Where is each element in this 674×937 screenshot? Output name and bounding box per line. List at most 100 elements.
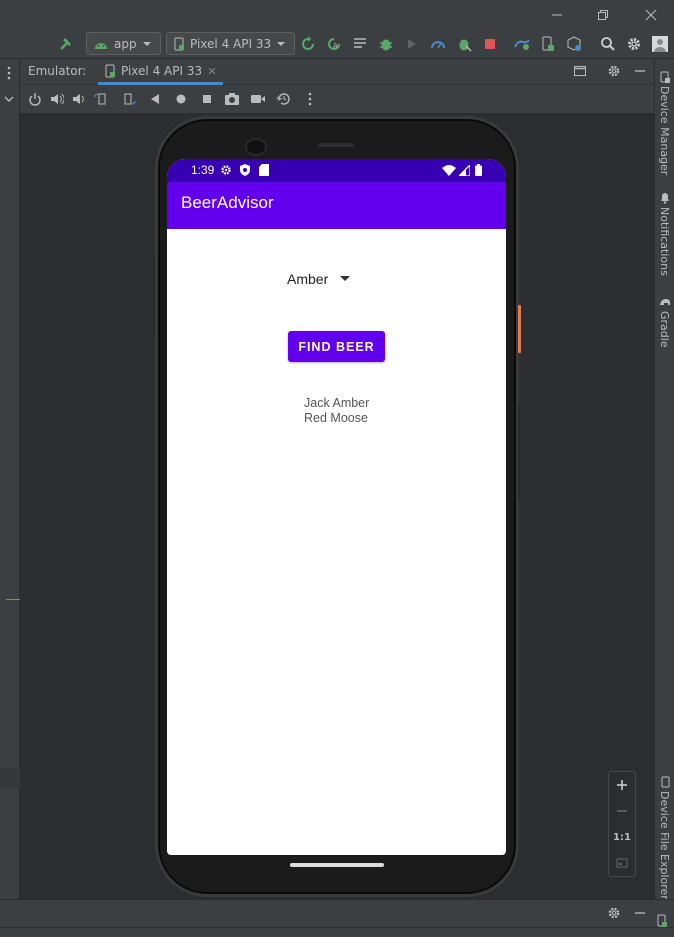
debug-button[interactable] xyxy=(376,34,396,54)
restore-icon xyxy=(598,9,608,20)
sdk-icon xyxy=(567,36,581,51)
notifications-label: Notifications xyxy=(658,207,671,276)
restore-button[interactable] xyxy=(580,0,626,29)
settings-button[interactable] xyxy=(624,34,644,54)
account-button[interactable] xyxy=(650,34,670,54)
home-button[interactable] xyxy=(173,91,189,107)
device-manager-icon xyxy=(657,914,667,927)
device-select[interactable]: Pixel 4 API 33 xyxy=(166,32,296,55)
more-options-button[interactable] xyxy=(302,91,318,107)
status-time: 1:39 xyxy=(191,163,215,177)
settings-status-icon xyxy=(220,164,232,176)
close-tab-icon[interactable] xyxy=(207,66,217,76)
brand-line: Jack Amber xyxy=(304,396,370,410)
screenshot-button[interactable] xyxy=(224,91,240,107)
chevron-down-icon xyxy=(4,96,14,102)
android-icon xyxy=(95,42,107,49)
minimize-button[interactable] xyxy=(534,0,580,29)
stop-button[interactable] xyxy=(480,34,500,54)
search-icon xyxy=(601,37,615,51)
options-menu-button[interactable] xyxy=(4,65,14,81)
record-screen-button[interactable] xyxy=(250,91,266,107)
signal-icon xyxy=(459,165,470,176)
zoom-in-button[interactable] xyxy=(609,772,635,798)
app-bar: BeerAdvisor xyxy=(167,182,506,229)
notifications-panel-button[interactable]: Notifications xyxy=(658,192,671,276)
emulator-label: Emulator: xyxy=(28,64,87,78)
apply-code-changes-button[interactable]: A xyxy=(324,34,344,54)
bottom-settings-button[interactable] xyxy=(607,906,621,920)
splitter-marker[interactable] xyxy=(6,599,20,600)
phone-icon xyxy=(105,64,115,77)
window-layout-button[interactable] xyxy=(573,64,587,78)
chevron-down-icon xyxy=(142,41,151,46)
gesture-home-bar[interactable] xyxy=(290,863,384,867)
run-config-select[interactable]: app xyxy=(86,32,161,55)
close-window-button[interactable] xyxy=(628,0,674,29)
kebab-icon xyxy=(7,66,11,80)
zoom-actual-size-button[interactable]: 1:1 xyxy=(609,824,635,850)
sd-card-status-icon xyxy=(259,164,269,176)
power-button[interactable] xyxy=(27,91,43,107)
sdk-manager-button[interactable] xyxy=(564,34,584,54)
build-button[interactable] xyxy=(56,34,76,54)
find-beer-button[interactable]: FIND BEER xyxy=(288,331,385,362)
right-tool-strip: Device Manager Notifications Gradle Devi… xyxy=(654,59,674,900)
snapshot-history-icon xyxy=(276,93,290,105)
device-file-explorer-panel-button[interactable]: Device File Explorer xyxy=(658,776,671,900)
apply-changes-restart-button[interactable] xyxy=(298,34,318,54)
sync-gradle-button[interactable] xyxy=(512,34,532,54)
device-manager-icon xyxy=(542,36,554,51)
volume-up-button[interactable] xyxy=(49,91,65,107)
apply-changes-icon xyxy=(302,36,314,50)
minimize-icon xyxy=(552,14,562,15)
rotate-left-icon xyxy=(94,93,106,105)
volume-down-button[interactable] xyxy=(71,91,87,107)
zoom-out-button[interactable] xyxy=(609,798,635,824)
phone-screen[interactable]: 1:39 BeerAdvisor Amber FIND BEER Jack Am… xyxy=(167,159,506,855)
profiler-button[interactable] xyxy=(428,34,448,54)
gradle-label: Gradle xyxy=(658,311,671,348)
rotate-right-button[interactable] xyxy=(120,91,136,107)
dropdown-arrow-icon xyxy=(340,276,351,281)
bug-icon xyxy=(380,39,392,51)
device-manager-label: Device Manager xyxy=(658,86,671,176)
device-manager-panel-button[interactable]: Device Manager xyxy=(658,71,671,175)
gradle-panel-button[interactable]: Gradle xyxy=(658,296,671,348)
tab-label: Pixel 4 API 33 xyxy=(121,63,203,78)
search-button[interactable] xyxy=(598,34,618,54)
bottom-hide-button[interactable] xyxy=(633,906,647,920)
tab-pixel-4-api-33[interactable]: Pixel 4 API 33 xyxy=(98,59,224,85)
svg-text:A: A xyxy=(333,42,338,50)
profile-button[interactable] xyxy=(402,34,422,54)
device-manager-button[interactable] xyxy=(538,34,558,54)
wifi-icon xyxy=(442,165,456,176)
rotate-left-button[interactable] xyxy=(94,91,110,107)
front-camera xyxy=(245,138,267,156)
gear-icon xyxy=(608,907,620,919)
logcat-button[interactable] xyxy=(350,34,370,54)
back-button[interactable] xyxy=(147,91,163,107)
volume-up-icon xyxy=(51,93,64,105)
battery-icon xyxy=(475,164,482,176)
color-spinner[interactable]: Amber xyxy=(287,267,377,291)
shield-icon xyxy=(240,164,250,176)
snapshots-button[interactable] xyxy=(276,91,292,107)
brands-text: Jack Amber Red Moose xyxy=(304,396,369,426)
attach-debugger-button[interactable] xyxy=(454,34,474,54)
power-side-key xyxy=(518,305,521,353)
tool-window-settings-button[interactable] xyxy=(607,64,621,78)
device-manager-icon xyxy=(660,71,670,83)
bottom-tool-bar xyxy=(0,899,674,927)
earpiece-speaker xyxy=(318,143,354,147)
collapse-toggle[interactable] xyxy=(3,94,15,104)
stop-icon xyxy=(485,39,495,49)
zoom-fit-button[interactable] xyxy=(609,850,635,876)
bottom-device-icon[interactable] xyxy=(656,914,668,927)
emulator-tool-window-header: Emulator: Pixel 4 API 33 xyxy=(20,59,654,85)
minus-icon xyxy=(617,810,627,812)
battery-status-icon xyxy=(475,164,482,176)
hide-tool-window-button[interactable] xyxy=(633,64,647,78)
overview-button[interactable] xyxy=(199,91,215,107)
power-icon xyxy=(29,93,41,106)
